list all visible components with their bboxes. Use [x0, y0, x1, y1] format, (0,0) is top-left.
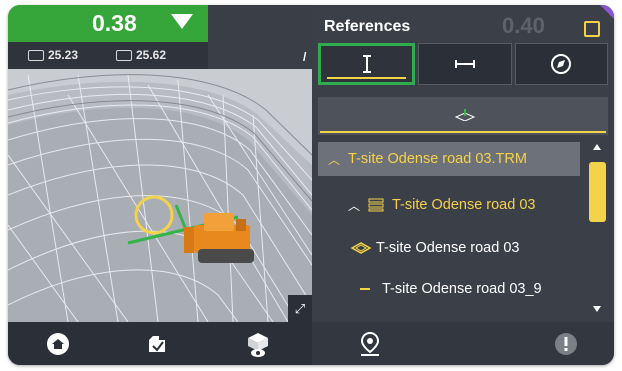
layers-icon	[454, 109, 476, 121]
panel-title: References	[324, 18, 411, 35]
down-arrow-icon	[171, 14, 193, 29]
tree-item-file[interactable]: ︿ T-site Odense road 03.TRM	[318, 142, 580, 176]
right-elevation-value: 25.62	[136, 48, 167, 62]
header-spacer	[208, 5, 312, 69]
project-icon	[149, 336, 165, 352]
3d-viewport[interactable]: 0.38 25.23 25.62 / ⤢	[8, 5, 312, 322]
references-panel: 0.40 References ︿ T-site Odense road 03.…	[312, 5, 614, 322]
grade-indicator[interactable]: 0.38	[8, 5, 208, 42]
right-edge-icon	[116, 50, 132, 62]
bottom-toolbar-left	[8, 322, 312, 365]
chevron-up-icon: ︿	[347, 198, 360, 213]
secondary-value: 0.40	[502, 13, 545, 38]
tree-item-label: T-site Odense road 03_9	[382, 281, 542, 297]
horizontal-guide-icon	[454, 60, 475, 68]
tree-item-label: T-site Odense road 03	[376, 240, 520, 256]
layer-selector[interactable]	[318, 97, 608, 135]
left-edge-icon	[28, 50, 44, 62]
right-elevation: 25.62	[116, 48, 166, 62]
tab-vertical-reference[interactable]	[318, 43, 416, 85]
tab-direction-reference[interactable]	[514, 43, 608, 85]
alert-button[interactable]	[546, 326, 586, 362]
reference-tabs	[318, 43, 608, 85]
location-pin-icon	[360, 331, 380, 356]
device-screen: 0.38 25.23 25.62 / ⤢ 0.40 References ︿ T…	[8, 5, 614, 365]
grade-value: 0.38	[92, 10, 137, 36]
tree-item-label: T-site Odense road 03.TRM	[348, 151, 527, 167]
divider-mark-icon: /	[303, 50, 307, 64]
reference-tree: ︿ T-site Odense road 03.TRM ︿ T-site Ode…	[318, 142, 580, 318]
tree-item-surface[interactable]: T-site Odense road 03	[318, 231, 580, 265]
left-elevation: 25.23	[28, 48, 78, 62]
status-header: 0.38 25.23 25.62	[8, 5, 312, 69]
line-icon	[360, 288, 370, 290]
tree-item-line[interactable]: T-site Odense road 03_9	[318, 272, 580, 306]
bottom-toolbar-right	[312, 322, 614, 365]
scroll-down-icon[interactable]	[593, 306, 601, 312]
home-button[interactable]	[38, 326, 78, 362]
left-elevation-value: 25.23	[48, 48, 79, 62]
tree-item-group[interactable]: ︿ T-site Odense road 03	[318, 188, 580, 222]
tab-horizontal-reference[interactable]	[418, 43, 512, 85]
machine-view-icon	[248, 333, 268, 357]
machine-view-button[interactable]	[238, 326, 278, 362]
scroll-up-icon[interactable]	[593, 144, 601, 150]
tree-item-label: T-site Odense road 03	[392, 197, 536, 213]
scroll-thumb[interactable]	[589, 162, 606, 222]
compass-icon	[551, 54, 572, 74]
close-panel-icon[interactable]	[584, 21, 600, 37]
chevron-up-icon: ︿	[327, 152, 340, 167]
home-icon	[47, 333, 69, 355]
location-button[interactable]	[350, 326, 390, 362]
vertical-guide-icon	[362, 55, 371, 73]
alert-icon	[555, 333, 577, 355]
corner-indicator-icon	[600, 5, 614, 19]
expand-icon[interactable]: ⤢	[288, 295, 312, 322]
project-button[interactable]	[138, 326, 178, 362]
elevation-info-row: 25.23 25.62	[8, 42, 208, 69]
tree-scrollbar[interactable]	[588, 142, 608, 316]
surface-icon	[350, 242, 372, 254]
layer-stack-icon	[368, 198, 384, 212]
